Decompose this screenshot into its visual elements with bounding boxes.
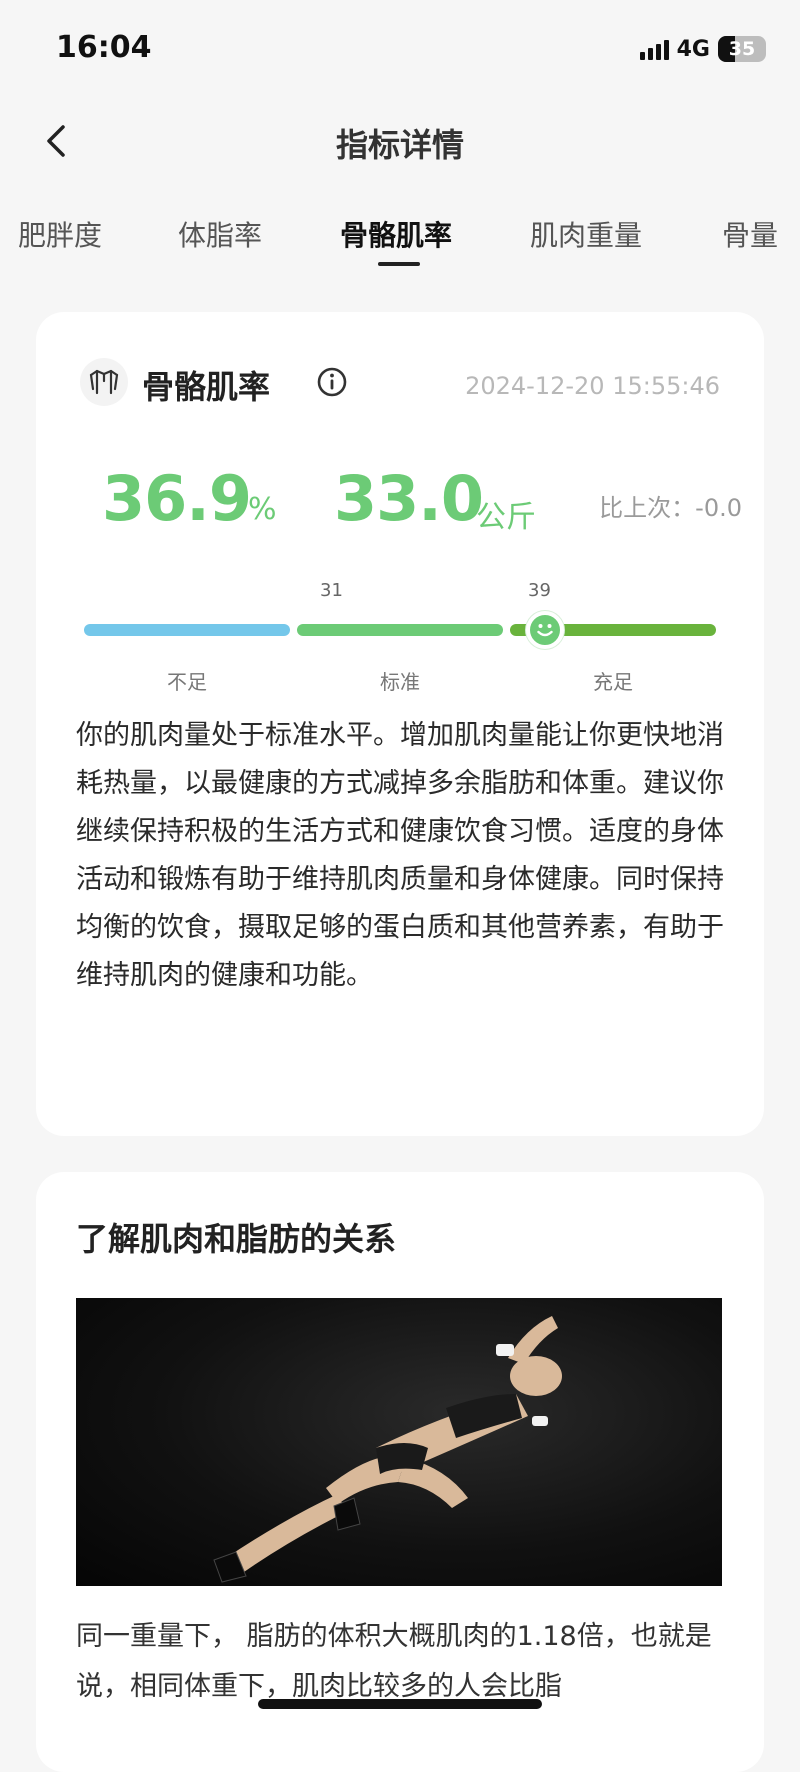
- network-type: 4G: [676, 36, 710, 62]
- tab-bone-mass[interactable]: 骨量: [722, 214, 778, 254]
- battery-percent: 35: [728, 38, 756, 60]
- metric-description: 你的肌肉量处于标准水平。增加肌肉量能让你更快地消耗热量，以最健康的方式减掉多余脂…: [76, 720, 724, 991]
- weight-unit: 公斤: [476, 500, 536, 535]
- threshold-low: 31: [320, 580, 343, 601]
- segment-label-sufficient: 充足: [593, 670, 633, 694]
- threshold-high: 39: [528, 580, 551, 601]
- percent-unit: %: [248, 492, 277, 527]
- segment-standard: [297, 624, 503, 636]
- metric-card: 骨骼肌率 2024-12-20 15:55:46 36.9 % 33.0 公斤 …: [36, 312, 764, 1136]
- metric-tabs: 肥胖度 体脂率 骨骼肌率 肌肉重量 骨量: [0, 206, 800, 276]
- nav-bar: 指标详情: [0, 96, 800, 186]
- smiley-marker-icon: [526, 611, 565, 649]
- status-time: 16:04: [56, 30, 152, 65]
- muscle-figure-icon: [80, 358, 128, 406]
- metric-title: 骨骼肌率: [142, 368, 271, 406]
- battery-icon: 35: [718, 36, 766, 62]
- metric-values: 36.9 % 33.0 公斤 比上次：-0.0: [102, 462, 742, 542]
- tab-obesity[interactable]: 肥胖度: [18, 214, 102, 254]
- info-icon[interactable]: [316, 366, 348, 398]
- fitness-photo: [76, 1298, 722, 1586]
- page-title: 指标详情: [335, 126, 464, 164]
- tab-body-fat[interactable]: 体脂率: [178, 214, 262, 254]
- tab-indicator: [378, 262, 420, 266]
- home-indicator[interactable]: [258, 1699, 542, 1709]
- tab-muscle-weight[interactable]: 肌肉重量: [530, 214, 642, 254]
- segment-label-standard: 标准: [380, 670, 420, 694]
- article-text: 同一重量下， 脂肪的体积大概肌肉的1.18倍，也就是说，相同体重下，肌肉比较多的…: [76, 1621, 712, 1702]
- weight-value: 33.0: [334, 462, 484, 535]
- article-card: 了解肌肉和脂肪的关系 同一重量下， 脂肪的体积大概肌肉的1.18倍，也就是说，相…: [36, 1172, 764, 1772]
- status-bar: 16:04 4G 35: [0, 0, 800, 96]
- signal-icon: [639, 38, 669, 60]
- range-scale: 31 39 不足 标准 充足: [84, 580, 716, 694]
- tab-skeletal-muscle[interactable]: 骨骼肌率: [340, 214, 452, 254]
- percent-value: 36.9: [102, 462, 252, 535]
- segment-insufficient: [84, 624, 290, 636]
- measurement-timestamp: 2024-12-20 15:55:46: [465, 372, 720, 400]
- segment-label-insufficient: 不足: [167, 670, 207, 694]
- compare-last: 比上次：-0.0: [599, 494, 742, 522]
- article-title: 了解肌肉和脂肪的关系: [76, 1220, 397, 1258]
- status-indicators: 4G 35: [639, 34, 766, 64]
